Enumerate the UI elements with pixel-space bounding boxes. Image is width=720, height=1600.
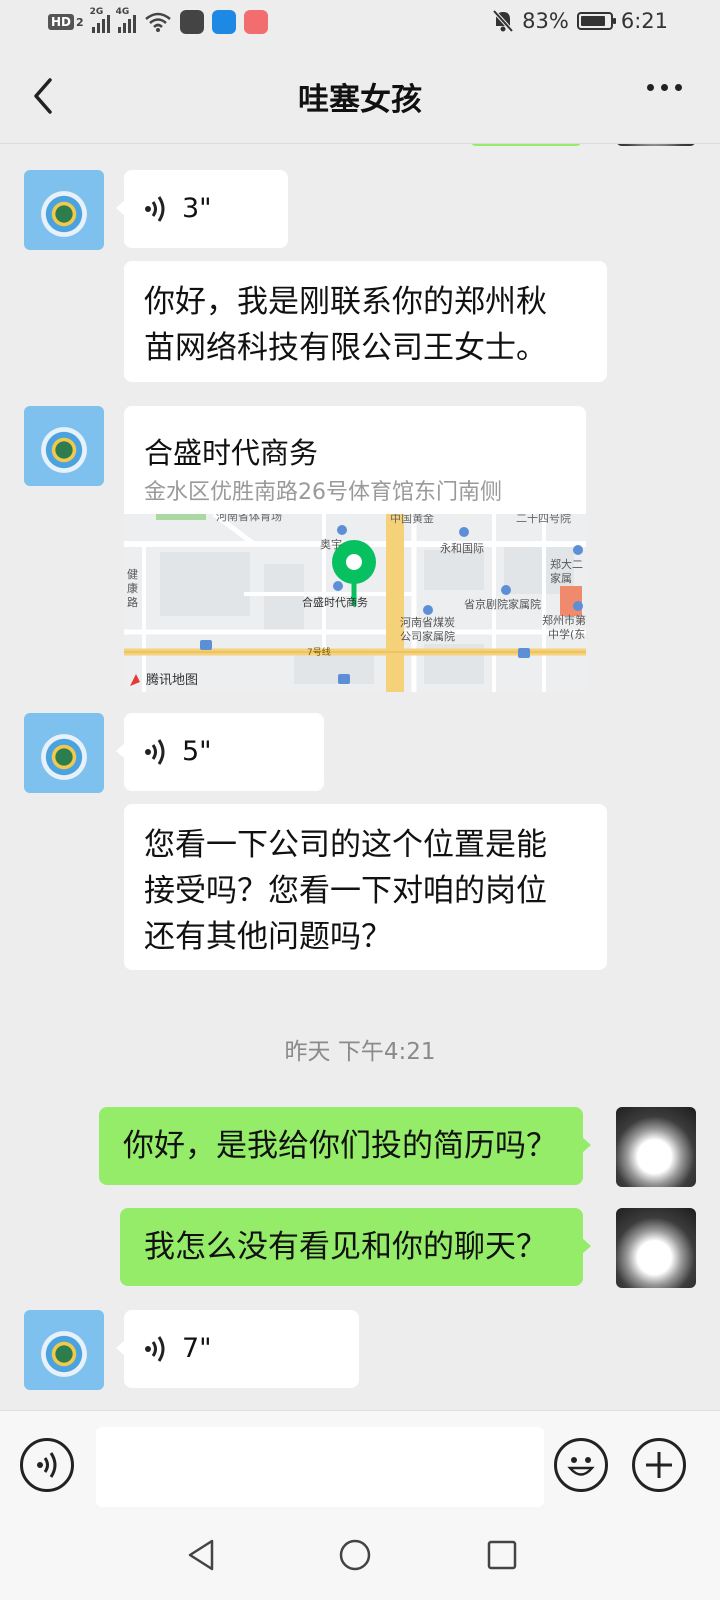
chat-message-list[interactable]: 3" 你好，我是刚联系你的郑州秋 苗网络科技有限公司王女士。 合盛时代商务 金水… (0, 144, 720, 1410)
nav-back-icon[interactable] (186, 1538, 218, 1572)
map-label: 康 (127, 581, 138, 595)
contact-avatar[interactable] (24, 170, 104, 250)
my-avatar[interactable] (616, 144, 696, 146)
voice-message[interactable]: 5" (116, 713, 324, 791)
smiley-icon (567, 1457, 595, 1476)
map-label: 河南省体育场 (216, 514, 282, 523)
message-text: 我怎么没有看见和你的聊天？ (144, 1229, 547, 1265)
signal-icon: 2G (90, 7, 110, 33)
wifi-icon (144, 12, 171, 32)
contact-avatar[interactable] (24, 713, 104, 793)
voice-icon (145, 1336, 165, 1362)
message-line: 你好，我是刚联系你的郑州秋 (144, 284, 547, 320)
sent-text-message[interactable]: 我怎么没有看见和你的聊天？ (120, 1208, 591, 1286)
more-functions-button[interactable] (632, 1438, 686, 1492)
hd-badge: HD (48, 14, 75, 30)
contact-avatar[interactable] (24, 1310, 104, 1390)
voice-message[interactable]: 7" (116, 1310, 359, 1388)
message-timestamp: 昨天 下午4:21 (284, 1039, 436, 1065)
map-label: 健 (127, 568, 138, 581)
message-line: 接受吗？您看一下对咱的岗位 (144, 873, 547, 909)
location-address: 金水区优胜南路26号体育馆东门南侧 (144, 480, 502, 505)
clock: 6:21 (620, 9, 668, 33)
voice-duration: 3" (182, 193, 212, 224)
system-navigation-bar (0, 1522, 720, 1600)
map-label: 郑大二 (550, 557, 583, 571)
previous-sent-bubble[interactable] (470, 144, 582, 146)
sent-text-message[interactable]: 你好，是我给你们投的简历吗？ (99, 1107, 591, 1185)
map-label: 中国黄金 (390, 514, 434, 525)
more-options-button[interactable] (647, 84, 682, 91)
message-text: 你好，是我给你们投的简历吗？ (123, 1128, 557, 1164)
map-label: 二十四号院 (516, 514, 571, 525)
hd-sub: 2 (76, 15, 84, 29)
map-brand: 腾讯地图 (146, 672, 198, 688)
plus-icon (646, 1452, 672, 1478)
chat-title: 哇塞女孩 (298, 82, 422, 118)
location-map[interactable]: 河南省体育场 中国黄金 二十四号院 奥宇 永和国际 郑大二 家属 健 康 路 合… (124, 514, 586, 692)
map-label: 永和国际 (440, 541, 484, 555)
mute-bell-icon (492, 9, 514, 33)
map-label: 路 (127, 596, 138, 609)
my-avatar[interactable] (616, 1208, 696, 1288)
map-label: 7号线 (307, 646, 331, 658)
voice-duration: 5" (182, 736, 212, 767)
voice-input-button[interactable] (20, 1438, 74, 1492)
message-line: 还有其他问题吗？ (144, 919, 392, 955)
emoji-button[interactable] (554, 1438, 608, 1492)
location-card[interactable]: 合盛时代商务 金水区优胜南路26号体育馆东门南侧 河南省体育场 中国黄金 二十四… (124, 406, 586, 692)
map-label: 省京剧院家属院 (464, 597, 541, 611)
map-label: 郑州市第 (542, 613, 586, 627)
location-name: 合盛时代商务 (144, 436, 319, 470)
message-input[interactable] (96, 1427, 544, 1507)
my-avatar[interactable] (616, 1107, 696, 1187)
map-label: 合盛时代商务 (302, 595, 368, 609)
battery-percent: 83% (522, 9, 569, 33)
signal-icon-2: 4G (116, 7, 136, 33)
status-right: 83% 6:21 (492, 9, 668, 33)
nav-recents-icon[interactable] (486, 1539, 518, 1571)
map-label: 公司家属院 (400, 629, 455, 643)
map-label: 家属 (550, 571, 572, 585)
voice-duration: 7" (182, 1333, 212, 1364)
app-notification-icon (179, 10, 204, 34)
nav-home-icon[interactable] (338, 1538, 372, 1572)
message-line: 您看一下公司的这个位置是能 (144, 827, 547, 863)
voice-icon (37, 1452, 57, 1478)
text-message[interactable]: 你好，我是刚联系你的郑州秋 苗网络科技有限公司王女士。 (124, 261, 607, 382)
battery-icon (576, 12, 616, 30)
weather-app-icon (211, 10, 236, 34)
voice-message[interactable]: 3" (116, 170, 288, 248)
chat-header: 哇塞女孩 (0, 48, 720, 144)
contact-avatar[interactable] (24, 406, 104, 486)
status-left: HD 2 2G 4G (48, 7, 268, 34)
map-label: 奥宇 (320, 537, 342, 551)
map-label: 中学(东 (548, 627, 585, 641)
input-bar (0, 1410, 720, 1522)
voice-icon (145, 739, 165, 765)
map-label: 河南省煤炭 (400, 616, 455, 629)
status-bar: HD 2 2G 4G 83% 6:21 (0, 0, 720, 48)
voice-icon (145, 196, 165, 222)
mail-app-icon (243, 10, 268, 34)
text-message[interactable]: 您看一下公司的这个位置是能 接受吗？您看一下对咱的岗位 还有其他问题吗？ (124, 804, 607, 970)
message-line: 苗网络科技有限公司王女士。 (144, 330, 547, 366)
